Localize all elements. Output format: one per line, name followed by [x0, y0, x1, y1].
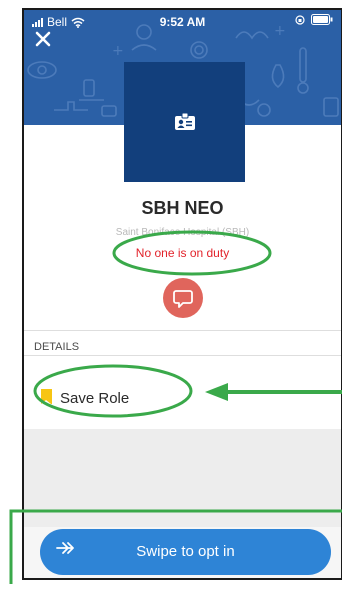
annotation-arrow-head: [205, 383, 228, 401]
annotation-bracket: [9, 509, 342, 584]
duty-highlight-ellipse: [112, 230, 272, 276]
annotation-overlay: [9, 230, 342, 584]
role-highlight-ellipse: [33, 364, 193, 418]
